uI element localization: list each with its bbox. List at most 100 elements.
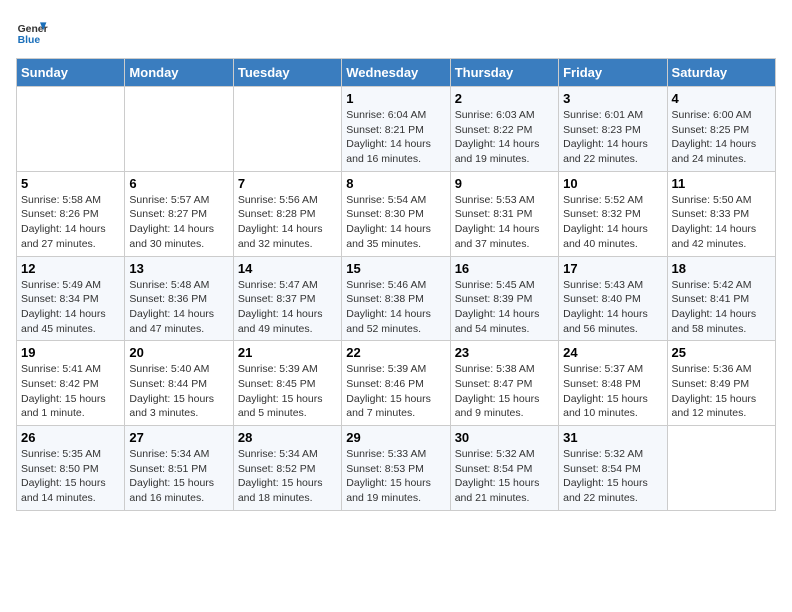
calendar-cell: 7Sunrise: 5:56 AMSunset: 8:28 PMDaylight…: [233, 171, 341, 256]
day-number: 16: [455, 261, 554, 276]
calendar-cell: 9 Sunrise: 5:53 AMSunset: 8:31 PMDaylight…: [450, 171, 558, 256]
day-info: Sunrise: 5:43 AMSunset: 8:40 PMDaylight:…: [563, 278, 662, 337]
calendar-cell: 1 Sunrise: 6:04 AMSunset: 8:21 PMDaylight…: [342, 87, 450, 172]
calendar-cell: 5 Sunrise: 5:58 AMSunset: 8:26 PMDaylight…: [17, 171, 125, 256]
calendar-cell: 21 Sunrise: 5:39 AMSunset: 8:45 PMDayligh…: [233, 341, 341, 426]
calendar-cell: 11Sunrise: 5:50 AMSunset: 8:33 PMDayligh…: [667, 171, 775, 256]
day-info: Sunrise: 5:41 AMSunset: 8:42 PMDaylight:…: [21, 362, 120, 421]
day-number: 14: [238, 261, 337, 276]
calendar-cell: 27Sunrise: 5:34 AMSunset: 8:51 PMDayligh…: [125, 426, 233, 511]
day-number: 20: [129, 345, 228, 360]
day-number: 28: [238, 430, 337, 445]
day-number: 13: [129, 261, 228, 276]
calendar-cell: 8 Sunrise: 5:54 AMSunset: 8:30 PMDaylight…: [342, 171, 450, 256]
day-number: 3: [563, 91, 662, 106]
day-info: Sunrise: 5:52 AMSunset: 8:32 PMDaylight:…: [563, 193, 662, 252]
page-header: General Blue: [16, 16, 776, 48]
day-info: Sunrise: 5:40 AMSunset: 8:44 PMDaylight:…: [129, 362, 228, 421]
calendar-cell: 29 Sunrise: 5:33 AMSunset: 8:53 PMDayligh…: [342, 426, 450, 511]
day-number: 18: [672, 261, 771, 276]
day-info: Sunrise: 5:54 AMSunset: 8:30 PMDaylight:…: [346, 193, 445, 252]
day-number: 8: [346, 176, 445, 191]
weekday-header-thursday: Thursday: [450, 59, 558, 87]
weekday-header-saturday: Saturday: [667, 59, 775, 87]
day-info: Sunrise: 5:33 AMSunset: 8:53 PMDaylight:…: [346, 447, 445, 506]
calendar-cell: 18 Sunrise: 5:42 AMSunset: 8:41 PMDayligh…: [667, 256, 775, 341]
day-info: Sunrise: 5:46 AMSunset: 8:38 PMDaylight:…: [346, 278, 445, 337]
calendar-cell: 14 Sunrise: 5:47 AMSunset: 8:37 PMDayligh…: [233, 256, 341, 341]
calendar-cell: 31 Sunrise: 5:32 AMSunset: 8:54 PMDayligh…: [559, 426, 667, 511]
day-number: 12: [21, 261, 120, 276]
day-info: Sunrise: 5:58 AMSunset: 8:26 PMDaylight:…: [21, 193, 120, 252]
day-info: Sunrise: 5:42 AMSunset: 8:41 PMDaylight:…: [672, 278, 771, 337]
calendar-cell: 24 Sunrise: 5:37 AMSunset: 8:48 PMDayligh…: [559, 341, 667, 426]
logo-icon: General Blue: [16, 16, 48, 48]
calendar-cell: 23 Sunrise: 5:38 AMSunset: 8:47 PMDayligh…: [450, 341, 558, 426]
day-number: 29: [346, 430, 445, 445]
day-info: Sunrise: 5:36 AMSunset: 8:49 PMDaylight:…: [672, 362, 771, 421]
day-number: 27: [129, 430, 228, 445]
weekday-header-wednesday: Wednesday: [342, 59, 450, 87]
day-number: 25: [672, 345, 771, 360]
day-info: Sunrise: 5:39 AMSunset: 8:45 PMDaylight:…: [238, 362, 337, 421]
day-number: 6: [129, 176, 228, 191]
day-number: 4: [672, 91, 771, 106]
day-info: Sunrise: 5:45 AMSunset: 8:39 PMDaylight:…: [455, 278, 554, 337]
day-info: Sunrise: 5:39 AMSunset: 8:46 PMDaylight:…: [346, 362, 445, 421]
calendar-cell: 12 Sunrise: 5:49 AMSunset: 8:34 PMDayligh…: [17, 256, 125, 341]
day-number: 26: [21, 430, 120, 445]
calendar-week-2: 5 Sunrise: 5:58 AMSunset: 8:26 PMDaylight…: [17, 171, 776, 256]
day-number: 5: [21, 176, 120, 191]
calendar-cell: 25 Sunrise: 5:36 AMSunset: 8:49 PMDayligh…: [667, 341, 775, 426]
day-info: Sunrise: 5:35 AMSunset: 8:50 PMDaylight:…: [21, 447, 120, 506]
calendar-cell: [125, 87, 233, 172]
calendar-cell: 10 Sunrise: 5:52 AMSunset: 8:32 PMDayligh…: [559, 171, 667, 256]
day-number: 9: [455, 176, 554, 191]
day-number: 10: [563, 176, 662, 191]
calendar-cell: 26 Sunrise: 5:35 AMSunset: 8:50 PMDayligh…: [17, 426, 125, 511]
calendar-cell: 13 Sunrise: 5:48 AMSunset: 8:36 PMDayligh…: [125, 256, 233, 341]
calendar-week-1: 1 Sunrise: 6:04 AMSunset: 8:21 PMDaylight…: [17, 87, 776, 172]
logo: General Blue: [16, 16, 48, 48]
day-number: 22: [346, 345, 445, 360]
day-info: Sunrise: 5:47 AMSunset: 8:37 PMDaylight:…: [238, 278, 337, 337]
calendar-cell: 16 Sunrise: 5:45 AMSunset: 8:39 PMDayligh…: [450, 256, 558, 341]
day-number: 1: [346, 91, 445, 106]
calendar-cell: 28 Sunrise: 5:34 AMSunset: 8:52 PMDayligh…: [233, 426, 341, 511]
weekday-header-tuesday: Tuesday: [233, 59, 341, 87]
calendar-cell: 22 Sunrise: 5:39 AMSunset: 8:46 PMDayligh…: [342, 341, 450, 426]
day-info: Sunrise: 5:32 AMSunset: 8:54 PMDaylight:…: [455, 447, 554, 506]
day-info: Sunrise: 6:01 AMSunset: 8:23 PMDaylight:…: [563, 108, 662, 167]
day-info: Sunrise: 5:32 AMSunset: 8:54 PMDaylight:…: [563, 447, 662, 506]
day-info: Sunrise: 6:04 AMSunset: 8:21 PMDaylight:…: [346, 108, 445, 167]
day-number: 30: [455, 430, 554, 445]
weekday-header-friday: Friday: [559, 59, 667, 87]
calendar-cell: 3 Sunrise: 6:01 AMSunset: 8:23 PMDaylight…: [559, 87, 667, 172]
day-number: 23: [455, 345, 554, 360]
calendar-cell: [233, 87, 341, 172]
day-number: 21: [238, 345, 337, 360]
day-number: 7: [238, 176, 337, 191]
day-number: 24: [563, 345, 662, 360]
weekday-header-sunday: Sunday: [17, 59, 125, 87]
day-info: Sunrise: 5:37 AMSunset: 8:48 PMDaylight:…: [563, 362, 662, 421]
calendar-week-4: 19Sunrise: 5:41 AMSunset: 8:42 PMDayligh…: [17, 341, 776, 426]
day-info: Sunrise: 5:48 AMSunset: 8:36 PMDaylight:…: [129, 278, 228, 337]
calendar-week-3: 12 Sunrise: 5:49 AMSunset: 8:34 PMDayligh…: [17, 256, 776, 341]
weekday-header-monday: Monday: [125, 59, 233, 87]
calendar-cell: 19Sunrise: 5:41 AMSunset: 8:42 PMDayligh…: [17, 341, 125, 426]
calendar-cell: 2Sunrise: 6:03 AMSunset: 8:22 PMDaylight…: [450, 87, 558, 172]
day-info: Sunrise: 6:03 AMSunset: 8:22 PMDaylight:…: [455, 108, 554, 167]
calendar-cell: 20 Sunrise: 5:40 AMSunset: 8:44 PMDayligh…: [125, 341, 233, 426]
calendar-cell: [667, 426, 775, 511]
calendar-cell: 30 Sunrise: 5:32 AMSunset: 8:54 PMDayligh…: [450, 426, 558, 511]
calendar-cell: 15Sunrise: 5:46 AMSunset: 8:38 PMDayligh…: [342, 256, 450, 341]
day-info: Sunrise: 5:57 AMSunset: 8:27 PMDaylight:…: [129, 193, 228, 252]
day-info: Sunrise: 5:34 AMSunset: 8:52 PMDaylight:…: [238, 447, 337, 506]
calendar-week-5: 26 Sunrise: 5:35 AMSunset: 8:50 PMDayligh…: [17, 426, 776, 511]
day-number: 31: [563, 430, 662, 445]
day-number: 11: [672, 176, 771, 191]
day-info: Sunrise: 5:38 AMSunset: 8:47 PMDaylight:…: [455, 362, 554, 421]
day-info: Sunrise: 5:53 AMSunset: 8:31 PMDaylight:…: [455, 193, 554, 252]
day-info: Sunrise: 5:49 AMSunset: 8:34 PMDaylight:…: [21, 278, 120, 337]
